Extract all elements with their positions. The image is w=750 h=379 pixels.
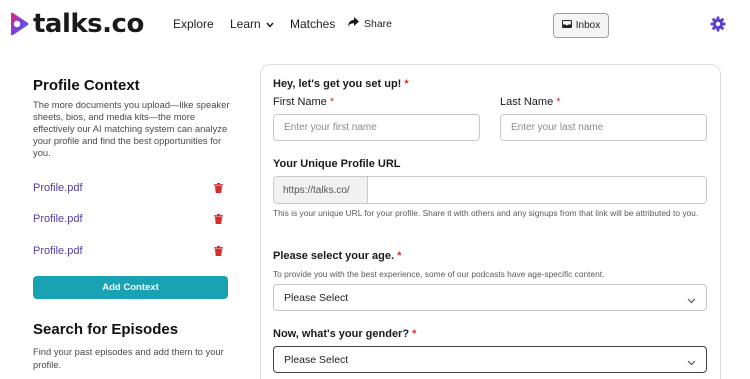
talks-play-logo-icon (10, 11, 30, 37)
profile-context-description: The more documents you upload—like speak… (33, 99, 230, 159)
trash-icon[interactable] (214, 246, 223, 256)
file-row: Profile.pdf (33, 180, 223, 196)
age-label: Please select your age. * (273, 250, 401, 262)
age-select-value: Please Select (284, 291, 349, 304)
search-episodes-description: Find your past episodes and add them to … (33, 346, 224, 370)
first-name-input[interactable] (273, 114, 480, 141)
nav-explore[interactable]: Explore (173, 17, 214, 31)
chevron-down-icon (687, 295, 696, 307)
file-link[interactable]: Profile.pdf (33, 213, 83, 225)
nav-learn[interactable]: Learn (230, 17, 274, 31)
required-mark: * (412, 328, 417, 340)
file-link[interactable]: Profile.pdf (33, 245, 83, 257)
form-intro-heading: Hey, let's get you set up! * (273, 78, 409, 90)
nav-share-label: Share (364, 17, 393, 30)
gender-label: Now, what's your gender? * (273, 328, 416, 340)
form-intro-text: Hey, let's get you set up! (273, 78, 402, 90)
add-context-button[interactable]: Add Context (33, 276, 228, 299)
search-episodes-title: Search for Episodes (33, 321, 179, 338)
gender-select[interactable]: Please Select (273, 346, 707, 373)
age-label-text: Please select your age. (273, 250, 395, 262)
chevron-down-icon (687, 357, 696, 369)
top-header: talks.co Explore Learn Matches Share Inb… (0, 0, 750, 50)
last-name-label: Last Name * (500, 96, 561, 108)
required-mark: * (329, 96, 335, 108)
profile-url-field: https://talks.co/ (273, 176, 707, 204)
profile-url-help: This is your unique URL for your profile… (273, 208, 699, 218)
file-row: Profile.pdf (33, 243, 223, 259)
inbox-button[interactable]: Inbox (553, 13, 609, 38)
last-name-input[interactable] (500, 114, 707, 141)
file-link[interactable]: Profile.pdf (33, 182, 83, 194)
trash-icon[interactable] (214, 183, 223, 193)
url-prefix: https://talks.co/ (274, 177, 368, 203)
last-name-label-text: Last Name (500, 96, 554, 108)
file-row: Profile.pdf (33, 211, 223, 227)
nav-matches[interactable]: Matches (290, 17, 335, 31)
profile-url-label: Your Unique Profile URL (273, 158, 401, 170)
logo[interactable]: talks.co (10, 9, 144, 39)
logo-text: talks.co (33, 9, 144, 39)
age-help: To provide you with the best experience,… (273, 269, 605, 279)
age-select[interactable]: Please Select (273, 284, 707, 311)
share-arrow-icon (348, 17, 359, 30)
trash-icon[interactable] (214, 214, 223, 224)
profile-url-input[interactable] (368, 177, 706, 203)
required-mark: * (556, 96, 561, 108)
nav-learn-label: Learn (230, 17, 261, 31)
inbox-label: Inbox (575, 20, 601, 31)
nav-share[interactable]: Share (348, 17, 392, 30)
gender-select-value: Please Select (284, 353, 349, 366)
required-mark: * (404, 78, 409, 90)
first-name-label-text: First Name (273, 96, 327, 108)
gender-label-text: Now, what's your gender? (273, 328, 410, 340)
gear-icon[interactable] (710, 16, 726, 37)
chevron-down-icon (266, 17, 274, 31)
profile-context-title: Profile Context (33, 77, 140, 94)
first-name-label: First Name * (273, 96, 334, 108)
inbox-icon (561, 20, 576, 31)
required-mark: * (397, 250, 402, 262)
